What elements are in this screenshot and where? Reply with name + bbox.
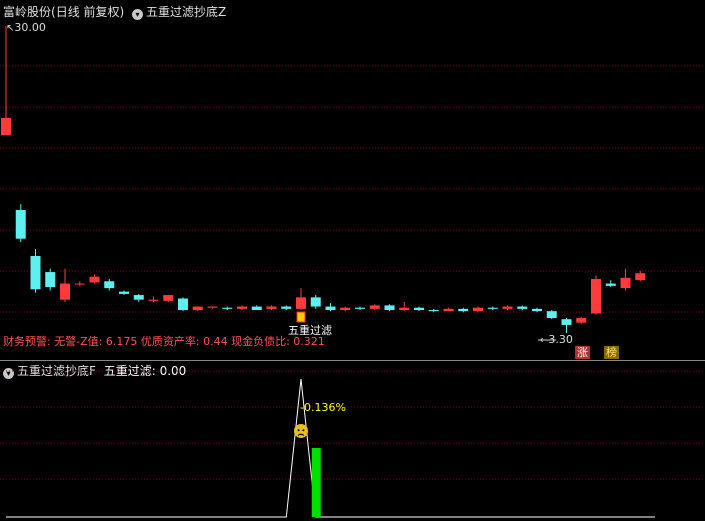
candle [207, 306, 218, 309]
candle-body [473, 307, 483, 312]
candle-body [74, 283, 85, 285]
candle [635, 270, 646, 282]
candle [133, 293, 144, 302]
candle [89, 274, 100, 284]
candle [576, 316, 587, 324]
candle [30, 249, 41, 293]
candle [281, 305, 292, 311]
candle-body [15, 209, 26, 239]
high-price-label: ↖30.00 [6, 21, 46, 34]
candle-body [502, 306, 513, 309]
candle-body [222, 307, 233, 309]
sub-indicator-chart[interactable] [0, 361, 705, 521]
candle-body [591, 278, 601, 314]
candle-body [443, 308, 454, 312]
candle [296, 288, 306, 311]
low-price-label: ←3.30 [540, 333, 573, 346]
candle [60, 268, 70, 302]
candle [1, 26, 11, 136]
candle-body [310, 297, 321, 307]
candle-body [517, 306, 528, 309]
candle-body [576, 318, 587, 323]
candle [45, 268, 56, 291]
candle [355, 306, 365, 311]
candle-body [458, 308, 469, 312]
candle-body [30, 255, 41, 290]
candle [502, 305, 513, 311]
candle-body [148, 299, 159, 301]
candle-body [45, 272, 56, 288]
candle-body [192, 306, 203, 311]
candle-body [561, 319, 572, 325]
candle [251, 305, 262, 311]
candle-body [325, 306, 336, 311]
candle-body [163, 295, 174, 301]
candle-body [340, 307, 351, 311]
candle [369, 304, 380, 311]
candle-body [605, 283, 616, 286]
candle-body [119, 291, 129, 294]
signal-bar [311, 448, 321, 517]
candle [266, 305, 277, 311]
candle-body [428, 310, 439, 312]
candle [178, 297, 188, 312]
candle-body [251, 306, 262, 311]
candle [119, 290, 129, 296]
candle-body [178, 298, 188, 311]
candle [487, 306, 498, 311]
candle-body [399, 307, 410, 311]
candle-body [207, 306, 218, 308]
candle-body [620, 277, 631, 289]
candle [384, 304, 395, 312]
candle [428, 308, 439, 313]
candle [546, 310, 557, 320]
candle [163, 295, 174, 302]
candle-body [355, 307, 365, 309]
candle [591, 275, 601, 315]
candle [325, 303, 336, 312]
limit-up-badge[interactable]: 涨 [575, 346, 590, 359]
candle [340, 306, 351, 312]
candle [605, 280, 616, 288]
candle [443, 307, 454, 312]
signal-marker [296, 311, 306, 323]
candle-body [237, 306, 247, 309]
candle [74, 281, 85, 286]
candle-body [384, 305, 395, 311]
candle [414, 306, 424, 312]
candle-body [266, 306, 277, 309]
candle [192, 306, 203, 312]
candle-body [60, 283, 70, 300]
candle-body [296, 297, 306, 309]
signal-line [6, 378, 655, 518]
candle-body [487, 307, 498, 309]
candle-body [133, 295, 144, 300]
candle [222, 306, 233, 311]
candlestick-chart[interactable] [0, 0, 705, 360]
candle-body [1, 117, 11, 136]
candle [399, 301, 410, 312]
candle-body [546, 311, 557, 319]
candle-body [369, 305, 380, 309]
candle-body [89, 276, 100, 283]
candle [237, 305, 247, 311]
candle-body [281, 306, 292, 309]
percent-change-label: -0.136% [300, 401, 346, 414]
candle-body [104, 281, 115, 289]
candle [148, 296, 159, 302]
candle [15, 204, 26, 243]
candle [310, 295, 321, 309]
finance-warning-text: 财务预警: 无警-Z值: 6.175 优质资产率: 0.44 现金负债比: 0.… [3, 335, 325, 348]
candle-body [532, 308, 542, 312]
candle-body [414, 307, 424, 311]
candle [620, 268, 631, 291]
candle [561, 318, 572, 333]
candle [473, 306, 483, 313]
candle-body [635, 273, 646, 281]
ranking-badge[interactable]: 榜 [604, 346, 619, 359]
candle [104, 278, 115, 291]
candle [517, 305, 528, 311]
sad-face-icon [294, 424, 308, 438]
